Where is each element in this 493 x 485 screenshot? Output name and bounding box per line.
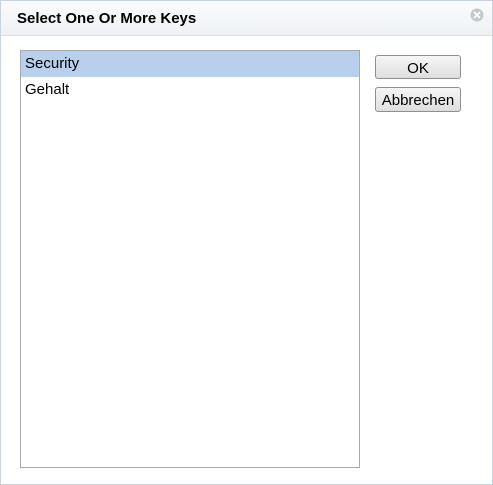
- dialog-title-bar[interactable]: Select One Or More Keys: [1, 1, 492, 36]
- dialog-title: Select One Or More Keys: [17, 10, 197, 27]
- list-item-gehalt[interactable]: Gehalt: [21, 77, 359, 103]
- ok-button[interactable]: OK: [375, 55, 461, 79]
- keys-listbox[interactable]: Security Gehalt: [20, 50, 360, 468]
- list-item-label: Gehalt: [25, 81, 70, 98]
- close-icon[interactable]: [470, 8, 484, 22]
- select-keys-dialog: Select One Or More Keys Security Gehalt …: [0, 0, 493, 485]
- cancel-button[interactable]: Abbrechen: [375, 87, 461, 112]
- list-item-label: Security: [25, 55, 80, 72]
- list-item-security[interactable]: Security: [21, 51, 359, 77]
